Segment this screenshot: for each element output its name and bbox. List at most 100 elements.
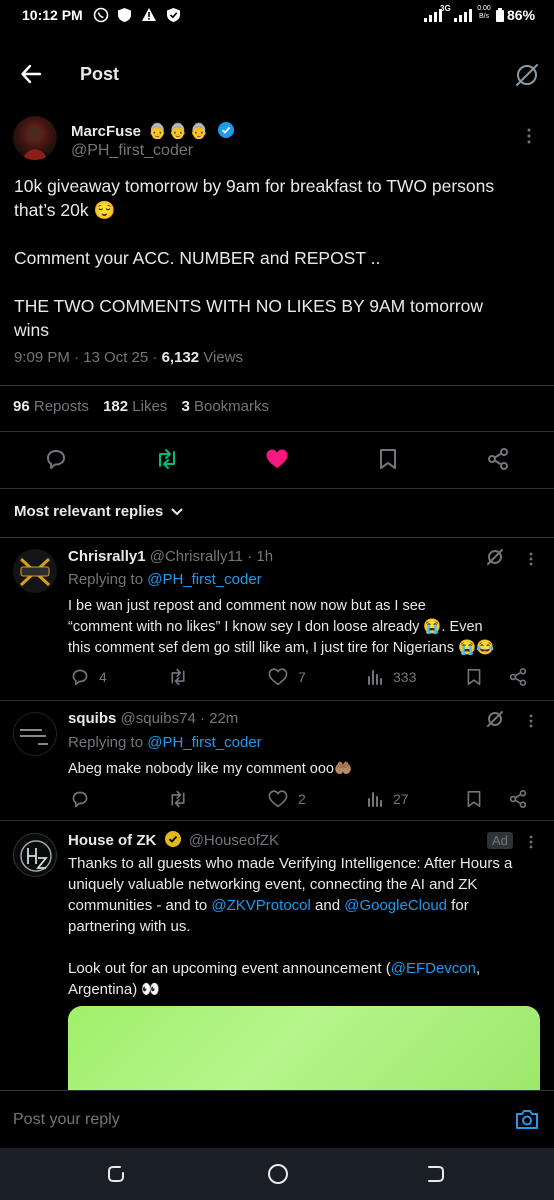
bookmark-button[interactable] (378, 448, 398, 470)
repost-button[interactable] (168, 790, 198, 808)
replying-to-link[interactable]: @PH_first_coder (147, 571, 261, 588)
ad-author-name[interactable]: House of ZK (68, 832, 156, 849)
author-line: MarcFuse 👵👵👵 (71, 122, 235, 140)
like-button[interactable]: 2 (268, 790, 306, 808)
shield-icon (117, 7, 132, 23)
status-time: 10:12 PM (22, 7, 83, 23)
divider (0, 385, 554, 386)
avatar[interactable] (13, 549, 57, 593)
replying-to: Replying to @PH_first_coder (68, 571, 262, 588)
grok-icon[interactable] (486, 710, 504, 728)
grok-icon[interactable] (486, 548, 504, 566)
reposts-count: 96 (13, 398, 30, 415)
reply-text: I be wan just repost and comment now now… (68, 596, 548, 659)
replying-prefix: Replying to (68, 571, 148, 588)
grok-icon[interactable] (514, 62, 540, 88)
back-nav-icon[interactable] (426, 1164, 446, 1184)
avatar[interactable] (13, 712, 57, 756)
reply-author-name[interactable]: squibs (68, 710, 116, 727)
divider (0, 488, 554, 489)
replying-to: Replying to @PH_first_coder (68, 734, 262, 751)
like-button[interactable] (265, 448, 289, 470)
more-icon[interactable] (528, 552, 534, 566)
ad-text-line: Argentina) 👀 (68, 981, 161, 998)
reply-text-line: this comment sef dem go still like am, I… (68, 640, 495, 656)
ad-author-handle[interactable]: @HouseofZK (189, 832, 279, 849)
replies-sort-dropdown[interactable]: Most relevant replies (14, 503, 183, 520)
back-button[interactable] (20, 63, 42, 85)
net-speed-unit: B/s (478, 13, 490, 20)
divider (0, 820, 554, 821)
avatar[interactable] (13, 833, 57, 877)
post-timestamp: 9:09 PM · 13 Oct 25 · (14, 349, 162, 366)
like-button[interactable]: 7 (268, 668, 306, 686)
views-count: 27 (393, 791, 409, 807)
net-speed: 0.00 B/s (477, 5, 491, 21)
more-icon[interactable] (528, 835, 534, 849)
share-button[interactable] (487, 447, 509, 471)
post-text-line: 10k giveaway tomorrow by 9am for breakfa… (14, 176, 495, 196)
share-button[interactable] (509, 789, 527, 809)
ad-text-part: , (475, 960, 481, 977)
bookmark-button[interactable] (466, 668, 482, 686)
author-handle[interactable]: @PH_first_coder (71, 142, 193, 160)
views-button[interactable]: 333 (367, 668, 416, 686)
like-count: 7 (298, 669, 306, 685)
reply-button[interactable]: 4 (71, 668, 107, 686)
reply-author-handle[interactable]: @squibs74 · 22m (121, 710, 239, 727)
home-icon[interactable] (267, 1163, 289, 1185)
repost-button[interactable] (155, 448, 179, 470)
author-emojis: 👵👵👵 (148, 123, 211, 140)
ad-badge: Ad (487, 832, 513, 849)
reply-text: Abeg make nobody like my comment ooo🤲🏽 (68, 759, 352, 780)
ad-media-image[interactable] (68, 1006, 540, 1096)
repost-icon (171, 668, 185, 686)
mention-link[interactable]: @EFDevcon (391, 960, 476, 977)
reply-text-line: “comment with no likes” I know sey I don… (68, 619, 483, 635)
heart-icon (268, 668, 288, 686)
page-title: Post (80, 64, 120, 84)
avatar[interactable] (13, 116, 57, 160)
post-stats: 96 Reposts 182 Likes 3 Bookmarks (13, 398, 269, 415)
reply-icon (72, 791, 88, 808)
post-text-line: wins (14, 320, 50, 340)
reply-author-handle[interactable]: @Chrisrally11 · 1h (150, 548, 273, 565)
repost-icon (171, 790, 185, 808)
views-count: 333 (393, 669, 417, 685)
bookmark-button[interactable] (466, 790, 482, 808)
shield-check-icon (166, 7, 181, 23)
reply-icon (72, 669, 88, 686)
post-meta: 9:09 PM · 13 Oct 25 · 6,132 Views (14, 349, 243, 366)
network-type: 3G (440, 4, 451, 13)
mention-link[interactable]: @GoogleCloud (344, 897, 447, 914)
more-icon[interactable] (526, 128, 532, 144)
verified-icon (218, 122, 235, 138)
share-button[interactable] (509, 667, 527, 687)
author-name[interactable]: MarcFuse (71, 123, 141, 140)
whatsapp-icon (93, 7, 109, 23)
camera-icon[interactable] (515, 1108, 539, 1130)
reply-button[interactable] (71, 790, 99, 808)
ad-text: Thanks to all guests who made Verifying … (68, 853, 548, 1000)
more-icon[interactable] (528, 714, 534, 728)
warning-icon (141, 7, 157, 22)
recent-apps-icon[interactable] (106, 1164, 126, 1184)
mention-link[interactable]: @ZKVProtocol (211, 897, 310, 914)
repost-button[interactable] (168, 668, 198, 686)
system-nav-bar (0, 1148, 554, 1200)
views-label: Views (199, 349, 244, 366)
likes-label: Likes (132, 398, 168, 415)
likes-stat[interactable]: 182 Likes (103, 398, 167, 415)
post-text-line: THE TWO COMMENTS WITH NO LIKES BY 9AM to… (14, 296, 483, 316)
views-count: 6,132 (161, 349, 200, 366)
replying-to-link[interactable]: @PH_first_coder (147, 734, 261, 751)
reposts-stat[interactable]: 96 Reposts (13, 398, 89, 415)
bookmarks-stat[interactable]: 3 Bookmarks (181, 398, 269, 415)
reply-button[interactable] (45, 448, 67, 470)
reply-input[interactable] (13, 1106, 483, 1134)
views-button[interactable]: 27 (367, 790, 409, 808)
reply-author-name[interactable]: Chrisrally1 (68, 548, 146, 565)
ad-text-part: Look out for an upcoming event announcem… (68, 960, 391, 977)
ad-text-part: communities - and to (68, 897, 212, 914)
divider (0, 537, 554, 538)
